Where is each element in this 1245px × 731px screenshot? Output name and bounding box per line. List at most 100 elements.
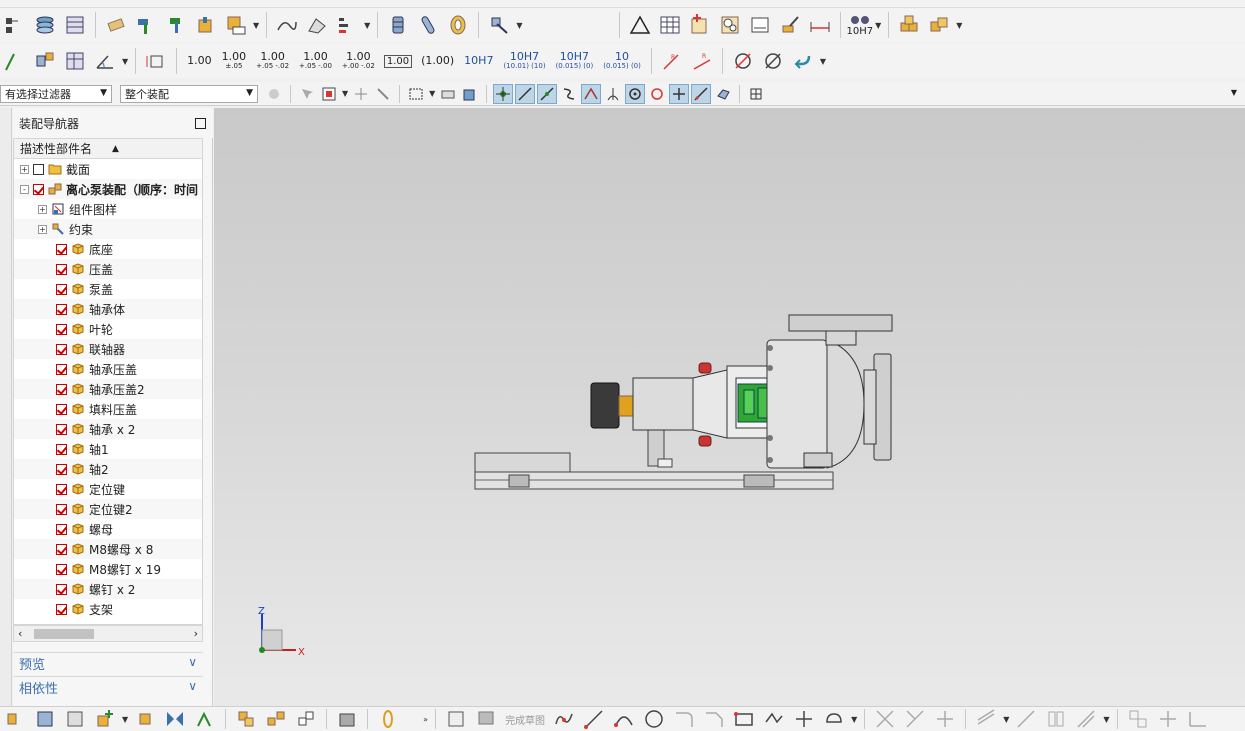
toolbar-overflow-arrow[interactable]: ▼ (1231, 88, 1237, 97)
trim-icon[interactable] (872, 706, 898, 731)
rectangle-select-icon[interactable] (406, 84, 426, 104)
dimension-arrow-icon[interactable] (807, 12, 833, 38)
eraser-select-icon[interactable] (438, 84, 458, 104)
filter-settings-icon[interactable] (264, 84, 284, 104)
tree-row[interactable]: 轴承 x 2 (14, 419, 202, 439)
snap-curve-icon[interactable] (559, 84, 579, 104)
brush-icon[interactable] (777, 12, 803, 38)
visibility-checkbox[interactable] (56, 503, 67, 515)
dropdown-arrow[interactable]: ▼ (364, 21, 370, 30)
scroll-left-icon[interactable]: ‹ (18, 627, 22, 640)
snap-midpoint-icon[interactable] (537, 83, 558, 104)
sketch-icon[interactable] (443, 706, 469, 731)
auto-constrain-icon[interactable] (1155, 706, 1181, 731)
circle-icon[interactable] (641, 706, 667, 731)
visibility-checkbox[interactable] (56, 603, 67, 615)
expand-icon[interactable]: + (38, 224, 47, 234)
mirror-curve-icon[interactable] (1043, 706, 1069, 731)
dropdown-arrow[interactable]: ▼ (516, 21, 522, 30)
tolerance-none-button[interactable]: 1.00 (187, 55, 212, 66)
table-layers-icon[interactable] (62, 12, 88, 38)
visibility-checkbox[interactable] (56, 303, 67, 315)
frame-dimension-icon[interactable] (143, 48, 169, 74)
frame-icon[interactable] (62, 706, 88, 731)
visibility-checkbox[interactable] (56, 463, 67, 475)
horizontal-scrollbar[interactable]: ‹ › (13, 625, 203, 642)
dropdown-arrow[interactable]: ▼ (875, 21, 881, 30)
visibility-checkbox[interactable] (56, 243, 67, 255)
snap-intersection-icon[interactable] (581, 83, 602, 104)
dependency-panel-header[interactable]: 相依性 ∨ (13, 676, 203, 698)
dropdown-arrow[interactable]: ▼ (122, 715, 128, 724)
visibility-checkbox[interactable] (56, 283, 67, 295)
table-assembly-icon[interactable] (62, 48, 88, 74)
curve-surface-icon[interactable] (274, 12, 300, 38)
select-filter-icon[interactable] (297, 84, 317, 104)
tree-row[interactable]: + 组件图样 (14, 199, 202, 219)
tree-row[interactable]: + 约束 (14, 219, 202, 239)
tree-row[interactable]: + 截面 (14, 159, 202, 179)
expand-icon[interactable]: + (20, 164, 29, 174)
building-icon[interactable] (32, 706, 58, 731)
point-icon[interactable] (791, 706, 817, 731)
column-header[interactable]: 描述性部件名 ▲ (14, 139, 202, 159)
scroll-right-icon[interactable]: › (194, 627, 198, 640)
fit-limits-button[interactable]: 10H7 (10.01) (10) (503, 51, 545, 70)
green-pen-icon[interactable] (2, 48, 28, 74)
visibility-checkbox[interactable] (56, 403, 67, 415)
eraser-icon[interactable] (103, 12, 129, 38)
select-pick-icon[interactable] (373, 84, 393, 104)
dropdown-arrow[interactable]: ▼ (956, 21, 962, 30)
abc-box-icon[interactable] (223, 12, 249, 38)
snap-line-icon[interactable] (515, 83, 536, 104)
quick-corner-icon[interactable] (932, 706, 958, 731)
snap-quadrant-icon[interactable] (647, 84, 667, 104)
visibility-checkbox[interactable] (33, 183, 44, 195)
tree-row[interactable]: 轴承压盖2 (14, 379, 202, 399)
finish-sketch-label[interactable]: 完成草图 (505, 712, 545, 727)
dropdown-arrow[interactable]: ▼ (253, 21, 259, 30)
line-icon[interactable] (581, 706, 607, 731)
snap-center-icon[interactable] (625, 83, 646, 104)
snap-points-icon[interactable] (493, 83, 514, 104)
assembly-constraint-icon[interactable] (2, 706, 28, 731)
polygon-icon[interactable] (761, 706, 787, 731)
tree-row[interactable]: 螺母 (14, 519, 202, 539)
mirror-icon[interactable] (162, 706, 188, 731)
snap-face-icon[interactable] (713, 84, 733, 104)
layers-icon[interactable] (32, 12, 58, 38)
visibility-checkbox[interactable] (56, 343, 67, 355)
visibility-checkbox[interactable] (56, 583, 67, 595)
fit-numeric-button[interactable]: 10 (0.015) (0) (603, 51, 641, 70)
tolerance-symmetric-button[interactable]: 1.00 ±.05 (222, 51, 247, 70)
tree-row[interactable]: M8螺母 x 8 (14, 539, 202, 559)
cube-view-icon[interactable] (460, 84, 480, 104)
tree-row[interactable]: 叶轮 (14, 319, 202, 339)
select-box-icon[interactable] (319, 84, 339, 104)
finish-sketch-flag-icon[interactable] (473, 706, 499, 731)
dropdown-arrow[interactable]: ▼ (429, 89, 435, 98)
constraint-icon[interactable] (1125, 706, 1151, 731)
sequence-icon[interactable] (263, 706, 289, 731)
type-filter-select[interactable]: 有选择过滤器 ▼ (0, 84, 112, 103)
cubes-stack-icon[interactable] (896, 12, 922, 38)
visibility-checkbox[interactable] (56, 383, 67, 395)
tolerance-lower-button[interactable]: 1.00 +.00 -.02 (342, 51, 375, 70)
paint-bucket-icon[interactable] (193, 12, 219, 38)
expand-icon[interactable]: + (38, 204, 47, 214)
scroll-thumb[interactable] (34, 629, 94, 639)
visibility-checkbox[interactable] (56, 523, 67, 535)
tree-row[interactable]: 底座 (14, 239, 202, 259)
dropdown-arrow[interactable]: ▼ (851, 715, 857, 724)
tree-row[interactable]: 螺钉 x 2 (14, 579, 202, 599)
visibility-checkbox[interactable] (56, 363, 67, 375)
pattern-icon[interactable] (192, 706, 218, 731)
component-assembly-icon[interactable] (32, 48, 58, 74)
fit-deviation-button[interactable]: 10H7 (0.015) (0) (556, 51, 594, 70)
visibility-checkbox[interactable] (56, 483, 67, 495)
dropdown-arrow[interactable]: ▼ (820, 57, 826, 66)
pattern-curve-icon[interactable] (1013, 706, 1039, 731)
table-grid-icon[interactable] (657, 12, 683, 38)
snap-plus-icon[interactable] (669, 83, 690, 104)
maximize-icon[interactable] (195, 118, 206, 129)
